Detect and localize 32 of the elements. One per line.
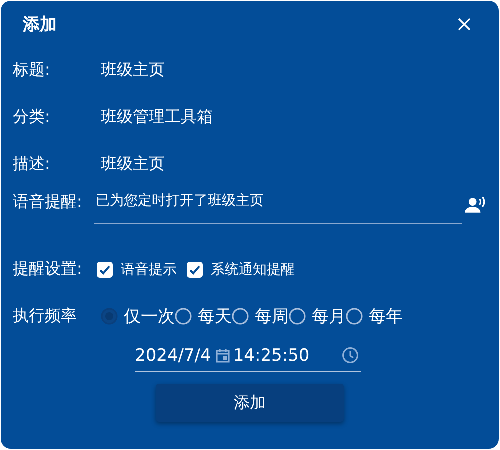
radio-button[interactable] <box>101 308 118 325</box>
radio-button[interactable] <box>232 308 249 325</box>
field-value: 班级主页 <box>101 154 165 175</box>
checkbox-label: 语音提示 <box>121 260 177 278</box>
field-label: 执行频率 <box>13 306 78 327</box>
field-label: 分类: <box>13 107 52 128</box>
field-label: 语音提醒: <box>13 192 84 213</box>
field-value: 班级主页 <box>101 60 165 81</box>
field-label: 提醒设置: <box>13 259 84 280</box>
field-value: 班级管理工具箱 <box>101 107 213 128</box>
radio-button[interactable] <box>346 308 363 325</box>
radio-label: 每天 <box>198 306 232 328</box>
field-label: 描述: <box>13 154 52 175</box>
radio-button[interactable] <box>175 308 192 325</box>
speaking-person-icon[interactable] <box>465 196 487 214</box>
dialog-title: 添加 <box>22 14 57 36</box>
close-icon[interactable] <box>458 18 471 30</box>
radio-label: 每周 <box>255 306 289 328</box>
calendar-icon[interactable] <box>216 348 230 363</box>
checkbox[interactable] <box>97 262 113 278</box>
radio-label: 仅一次 <box>124 306 175 328</box>
checkbox-label: 系统通知提醒 <box>211 260 295 278</box>
radio-label: 每月 <box>312 306 346 328</box>
input-field[interactable]: 已为您定时打开了班级主页 <box>94 192 462 224</box>
radio-label: 每年 <box>369 306 403 328</box>
add-button[interactable]: 添加 <box>156 384 344 422</box>
checkbox[interactable] <box>187 262 203 278</box>
time-value[interactable]: 14:25:50 <box>233 346 310 366</box>
field-label: 标题: <box>13 60 52 81</box>
clock-icon[interactable] <box>342 347 359 364</box>
date-value[interactable]: 2024/7/4 <box>135 346 212 366</box>
radio-button[interactable] <box>289 308 306 325</box>
